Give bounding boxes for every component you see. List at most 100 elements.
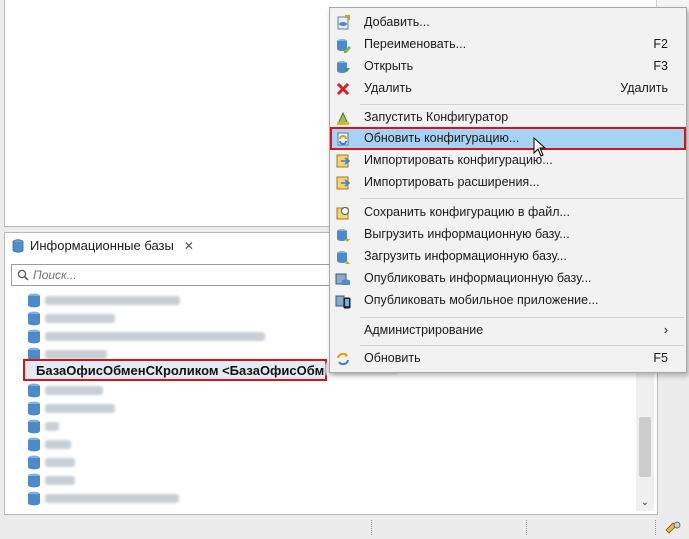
shortcut-label: Удалить [620, 81, 668, 95]
export-db-icon [337, 228, 350, 242]
menu-item-rename[interactable]: Переименовать... F2 [331, 34, 685, 55]
menu-item-run-configurator[interactable]: Запустить Конфигуратор [331, 107, 685, 128]
menu-item-label: Опубликовать мобильное приложение... [364, 293, 599, 307]
menu-item-label: Обновить конфигурацию... [364, 131, 520, 145]
blurred-label [45, 331, 265, 341]
menu-divider [360, 198, 684, 199]
database-icon [28, 455, 40, 469]
menu-item-label: Импортировать расширения... [364, 175, 540, 189]
shortcut-label: F5 [653, 351, 668, 365]
database-icon [28, 329, 40, 343]
database-icon [12, 238, 24, 253]
status-gear-icon[interactable] [664, 520, 682, 534]
tree-item[interactable] [27, 309, 115, 327]
blurred-label [45, 313, 115, 323]
database-icon [28, 383, 40, 397]
tree-item[interactable] [27, 489, 179, 507]
blurred-label [45, 439, 71, 449]
panel-tab[interactable]: Информационные базы ✕ [5, 233, 232, 258]
menu-item-label: Добавить... [364, 15, 430, 29]
tree-item[interactable] [27, 453, 75, 471]
database-icon [28, 491, 40, 505]
panel-title: Информационные базы [30, 238, 174, 253]
menu-item-export-db[interactable]: Выгрузить информационную базу... [331, 224, 685, 245]
menu-divider [360, 104, 684, 105]
menu-item-publish-mobile[interactable]: Опубликовать мобильное приложение... [331, 290, 685, 311]
menu-item-label: Удалить [364, 81, 412, 95]
blurred-label [45, 403, 115, 413]
import-extensions-icon [336, 176, 351, 189]
blurred-label [45, 493, 179, 503]
menu-item-refresh[interactable]: Обновить F5 [331, 348, 685, 369]
blurred-label [45, 457, 75, 467]
menu-item-import-config[interactable]: Импортировать конфигурацию... [331, 150, 685, 171]
rename-icon [337, 38, 351, 53]
tree-item[interactable] [27, 435, 71, 453]
menu-item-label: Импортировать конфигурацию... [364, 153, 553, 167]
blurred-label [45, 421, 59, 431]
selected-tree-item[interactable]: БазаОфисОбменСКроликом <БазаОфисОбменС [23, 359, 327, 381]
tree-item[interactable] [27, 471, 75, 489]
database-icon [28, 473, 40, 487]
open-icon [337, 60, 350, 73]
shortcut-label: F3 [653, 59, 668, 73]
menu-item-add[interactable]: Добавить... [331, 12, 685, 33]
add-icon [337, 14, 350, 29]
tree-item[interactable] [27, 327, 265, 345]
divider [526, 520, 529, 535]
search-icon [17, 269, 29, 281]
chevron-right-icon: › [663, 323, 668, 337]
close-icon[interactable]: ✕ [184, 239, 194, 253]
scroll-thumb[interactable] [639, 417, 651, 477]
database-icon [28, 401, 40, 415]
save-config-icon [336, 206, 349, 219]
delete-icon [336, 82, 350, 95]
menu-item-administration[interactable]: Администрирование › [331, 320, 685, 341]
chevron-down-icon[interactable]: ⌄ [636, 495, 654, 511]
blurred-label [45, 295, 180, 305]
menu-item-delete[interactable]: Удалить Удалить [331, 78, 685, 99]
shortcut-label: F2 [653, 37, 668, 51]
menu-item-label: Администрирование [364, 323, 484, 337]
import-config-icon [336, 154, 351, 167]
menu-item-label: Опубликовать информационную базу... [364, 271, 592, 285]
mouse-cursor-icon [533, 137, 547, 157]
menu-item-label: Запустить Конфигуратор [364, 110, 509, 124]
publish-mobile-icon [335, 295, 351, 308]
tree-item[interactable] [27, 417, 59, 435]
divider [371, 520, 374, 535]
publish-db-icon [335, 273, 350, 285]
menu-item-load-db[interactable]: Загрузить информационную базу... [331, 246, 685, 267]
database-icon [28, 437, 40, 451]
divider [655, 520, 658, 535]
configurator-icon [337, 111, 349, 125]
tree-item[interactable] [27, 399, 115, 417]
menu-item-label: Выгрузить информационную базу... [364, 227, 570, 241]
blurred-label [45, 475, 75, 485]
menu-item-label: Обновить [364, 351, 421, 365]
database-icon [28, 311, 40, 325]
menu-item-label: Открыть [364, 59, 414, 73]
menu-item-label: Загрузить информационную базу... [364, 249, 567, 263]
status-bar [0, 516, 689, 539]
menu-divider [360, 317, 684, 318]
database-icon [28, 419, 40, 433]
blurred-label [45, 349, 107, 359]
blurred-label [45, 385, 103, 395]
menu-item-import-extensions[interactable]: Импортировать расширения... [331, 172, 685, 193]
menu-item-label: Переименовать... [364, 37, 467, 51]
menu-item-publish-db[interactable]: Опубликовать информационную базу... [331, 268, 685, 289]
tree-item[interactable] [27, 291, 180, 309]
menu-item-label: Сохранить конфигурацию в файл... [364, 205, 570, 219]
menu-item-save-config[interactable]: Сохранить конфигурацию в файл... [331, 202, 685, 223]
menu-item-update-config[interactable]: Обновить конфигурацию... [330, 127, 686, 150]
tree-item[interactable] [27, 381, 103, 399]
selected-item-label: БазаОфисОбменСКроликом <БазаОфисОбменС [36, 362, 327, 378]
menu-divider [360, 345, 684, 346]
context-menu: Добавить... Переименовать... F2 Открыть … [329, 7, 687, 373]
refresh-icon [337, 352, 349, 365]
update-config-icon [337, 132, 349, 145]
load-db-icon [337, 250, 350, 264]
menu-item-open[interactable]: Открыть F3 [331, 56, 685, 77]
database-icon [28, 293, 40, 307]
